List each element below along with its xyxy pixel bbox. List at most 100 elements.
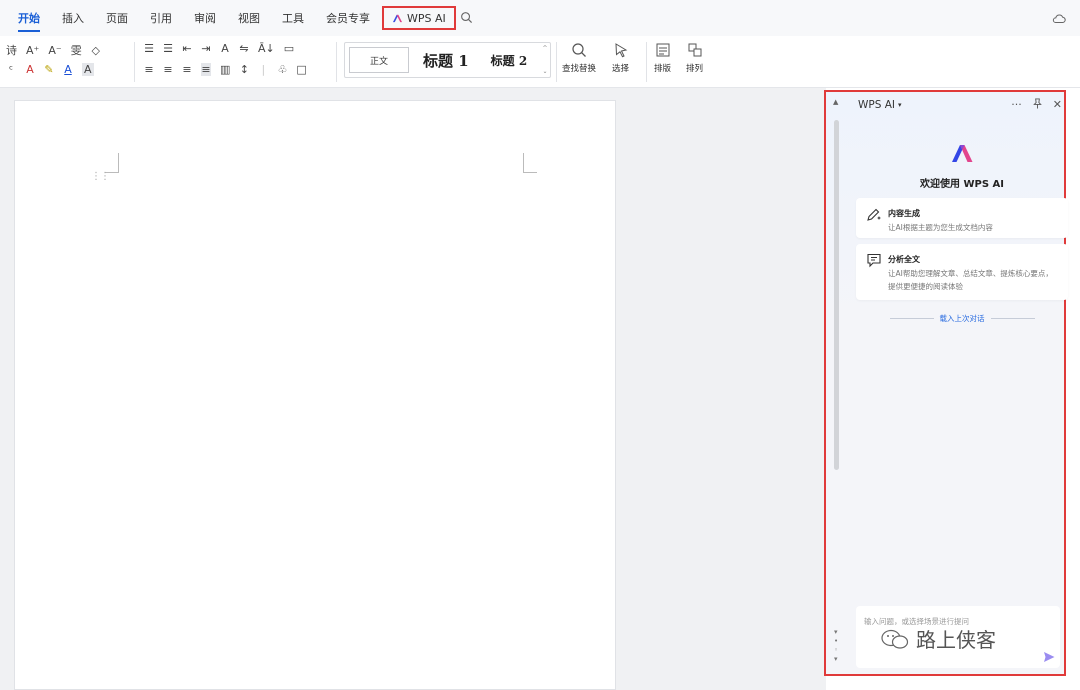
wps-ai-panel: ▲ ▾•◦▾ WPS AI ▾ ··· ✕ 欢迎使用 WPS AI 内容生	[824, 90, 1068, 676]
font-grow-button[interactable]: A⁺	[26, 44, 39, 57]
font-effect-button[interactable]: ᶜ	[6, 63, 16, 76]
cursor-icon	[614, 43, 627, 58]
tab-references[interactable]: 引用	[150, 10, 172, 26]
align-left-button[interactable]: ≡	[144, 63, 154, 76]
tab-tools[interactable]: 工具	[282, 10, 304, 26]
distribute-button[interactable]: ▥	[220, 63, 230, 76]
wechat-logo-icon	[881, 629, 909, 649]
close-icon[interactable]: ✕	[1053, 98, 1062, 112]
arrange-label: 排列	[686, 64, 704, 74]
ribbon-divider	[336, 42, 337, 82]
panel-actions: ··· ✕	[1011, 98, 1062, 112]
tab-page[interactable]: 页面	[106, 10, 128, 26]
pen-sparkle-icon	[867, 208, 881, 221]
show-marks-button[interactable]: ▭	[284, 42, 294, 55]
document-area: ⋮⋮	[0, 88, 826, 690]
tab-insert[interactable]: 插入	[62, 10, 84, 26]
tab-review[interactable]: 审阅	[194, 10, 216, 26]
style-heading-1[interactable]: 标题 1	[423, 50, 469, 71]
clear-format-icon[interactable]: ◇	[91, 44, 101, 57]
wps-ai-tab-label: WPS AI	[407, 11, 446, 25]
card-title: 分析全文	[888, 255, 920, 264]
scroll-up-icon[interactable]: ▲	[833, 98, 838, 106]
text-case-button[interactable]: A	[220, 42, 230, 55]
tab-member[interactable]: 会员专享	[326, 10, 370, 26]
send-icon[interactable]	[1042, 650, 1056, 664]
arrange-button[interactable]: 排列	[686, 42, 703, 74]
margin-corner-top-left	[105, 153, 119, 173]
ribbon-divider	[646, 42, 647, 82]
panel-title-dropdown[interactable]: WPS AI ▾	[858, 99, 902, 111]
card-description: 让AI帮助您理解文章、总结文章、提炼核心要点，提供更便捷的阅读体验	[888, 269, 1053, 291]
layout-icon	[656, 43, 669, 57]
text-direction-button[interactable]: ⇋	[239, 42, 249, 55]
load-last-conversation-link[interactable]: 载入上次对话	[940, 313, 985, 324]
font-tools-row-2: ᶜ A ✎ A A	[6, 63, 94, 76]
bullet-list-button[interactable]: ☰	[144, 42, 154, 55]
align-center-button[interactable]: ≡	[163, 63, 173, 76]
tab-home[interactable]: 开始	[18, 10, 40, 32]
welcome-heading: 欢迎使用 WPS AI	[920, 179, 1004, 190]
search-icon[interactable]	[460, 11, 474, 25]
document-scrollbar[interactable]: ▲ ▾ • ◦ ▾	[832, 98, 842, 670]
content-generation-card[interactable]: 内容生成 让AI根据主题为您生成文档内容	[856, 198, 1068, 238]
arrange-icon	[688, 43, 701, 57]
sort-button[interactable]: Ā↓	[258, 42, 275, 55]
card-title: 内容生成	[888, 209, 920, 218]
tab-view[interactable]: 视图	[238, 10, 260, 26]
ribbon-divider	[134, 42, 135, 82]
select-label: 选择	[612, 64, 630, 74]
margin-corner-top-right	[523, 153, 537, 173]
ribbon-divider	[556, 42, 557, 82]
align-right-button[interactable]: ≡	[182, 63, 192, 76]
load-history: 载入上次对话	[848, 313, 1076, 324]
chevron-down-icon: ▾	[898, 101, 902, 109]
style-heading-2[interactable]: 标题 2	[491, 52, 528, 69]
wps-ai-logo-icon	[392, 14, 403, 23]
numbered-list-button[interactable]: ☰	[163, 42, 173, 55]
font-color-button[interactable]: A	[63, 63, 73, 76]
text-effect-button[interactable]: A	[25, 63, 35, 76]
card-description: 让AI根据主题为您生成文档内容	[888, 223, 993, 232]
ribbon-toolbar: 诗 A⁺ A⁻ 雯 ◇ ᶜ A ✎ A A ☰ ☰ ⇤ ⇥ A ⇋ Ā↓ ▭ ≡…	[0, 36, 1080, 88]
decrease-indent-button[interactable]: ⇤	[182, 42, 192, 55]
wps-ai-logo-icon	[952, 145, 973, 162]
font-shrink-button[interactable]: A⁻	[48, 44, 61, 57]
pin-icon[interactable]	[1032, 98, 1043, 112]
highlight-button[interactable]: ✎	[44, 63, 54, 76]
char-shading-button[interactable]: A	[82, 63, 94, 76]
select-button[interactable]: 选择	[612, 42, 629, 74]
menu-tabs: 开始 插入 页面 引用 审阅 视图 工具 会员专享 WPS AI	[0, 0, 474, 36]
shading-button[interactable]: ♧	[277, 63, 287, 76]
paragraph-tools-row-1: ☰ ☰ ⇤ ⇥ A ⇋ Ā↓ ▭	[144, 42, 294, 55]
find-replace-button[interactable]: 查找替换	[562, 42, 596, 74]
phonetic-button[interactable]: 雯	[71, 42, 82, 58]
watermark: 路上侠客	[880, 624, 996, 653]
styles-scroll[interactable]: ^ ⌄	[542, 45, 548, 75]
styles-gallery: 正文 标题 1 标题 2 ^ ⌄	[344, 42, 551, 78]
chat-bubble-icon	[867, 253, 881, 268]
line-spacing-button[interactable]: ↕	[239, 63, 249, 76]
scrollbar-thumb[interactable]	[834, 120, 839, 470]
toolbar-separator: |	[261, 63, 266, 76]
paragraph-tools-row-2: ≡ ≡ ≡ ≡ ▥ ↕ | ♧ □	[144, 63, 307, 76]
layout-button[interactable]: 排版	[654, 42, 671, 74]
font-tools-row-1: 诗 A⁺ A⁻ 雯 ◇	[6, 42, 101, 58]
more-icon[interactable]: ···	[1011, 98, 1022, 112]
increase-indent-button[interactable]: ⇥	[201, 42, 211, 55]
scroll-nav-icon[interactable]: ▾ • ◦ ▾	[834, 628, 838, 664]
ai-panel-content: WPS AI ▾ ··· ✕ 欢迎使用 WPS AI 内容生成 让AI根据主题为…	[848, 92, 1068, 674]
menu-bar: 开始 插入 页面 引用 审阅 视图 工具 会员专享 WPS AI	[0, 0, 1080, 36]
divider-line	[889, 318, 934, 319]
analyze-document-card[interactable]: 分析全文 让AI帮助您理解文章、总结文章、提炼核心要点，提供更便捷的阅读体验	[856, 244, 1068, 300]
tab-wps-ai[interactable]: WPS AI	[382, 6, 456, 30]
watermark-text: 路上侠客	[916, 628, 996, 652]
border-button[interactable]: □	[296, 63, 306, 76]
cloud-icon[interactable]	[1052, 12, 1066, 24]
font-name-dropdown[interactable]: 诗	[6, 42, 17, 58]
justify-button[interactable]: ≡	[201, 63, 211, 76]
find-replace-label: 查找替换	[562, 64, 597, 74]
paragraph-drag-handle-icon[interactable]: ⋮⋮	[91, 172, 110, 182]
document-page[interactable]: ⋮⋮	[14, 100, 616, 690]
style-normal[interactable]: 正文	[349, 47, 409, 73]
